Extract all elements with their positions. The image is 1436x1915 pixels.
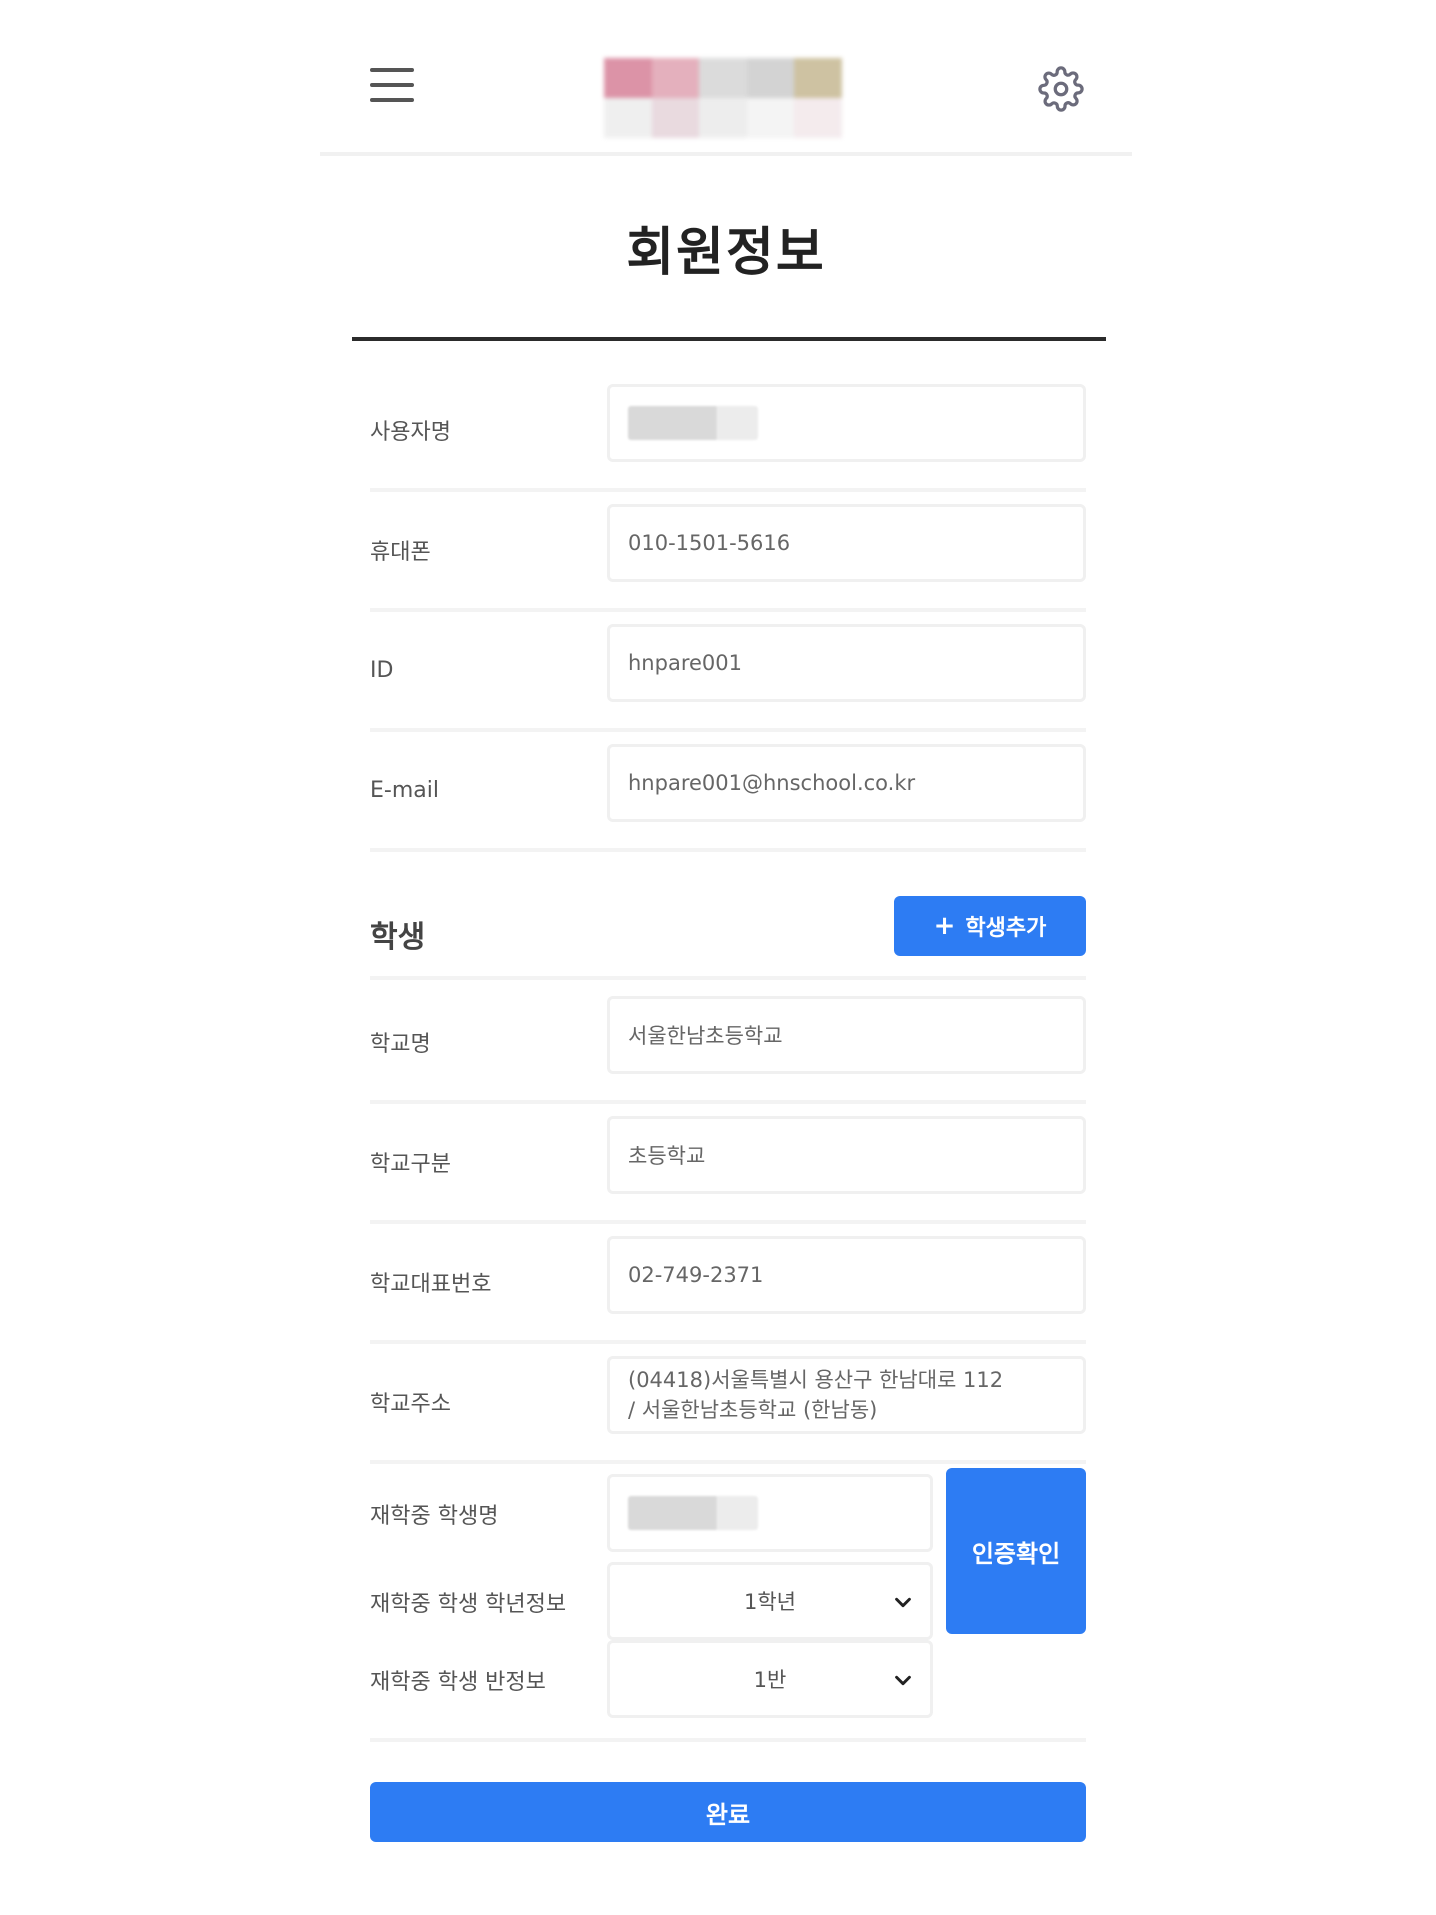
student-name-field[interactable] <box>607 1474 933 1552</box>
school-address-line1: (04418)서울특별시 용산구 한남대로 112 <box>628 1368 1004 1392</box>
grade-selected-value: 1학년 <box>743 1590 796 1614</box>
student-section-header: 학생 + 학생추가 <box>370 880 1086 980</box>
school-type-field[interactable]: 초등학교 <box>607 1116 1086 1194</box>
username-field[interactable] <box>607 384 1086 462</box>
phone-label: 휴대폰 <box>370 540 431 565</box>
school-name-label: 학교명 <box>370 1032 431 1057</box>
chevron-down-icon <box>895 1597 911 1608</box>
verify-button[interactable]: 인증확인 <box>946 1468 1086 1634</box>
username-row: 사용자명 <box>370 372 1086 492</box>
id-label: ID <box>370 657 394 683</box>
school-address-label: 학교주소 <box>370 1392 451 1417</box>
phone-row: 휴대폰 010-1501-5616 <box>370 492 1086 612</box>
school-name-field[interactable]: 서울한남초등학교 <box>607 996 1086 1074</box>
app-container: 회원정보 사용자명 휴대폰 010-1501-5616 ID hnpare001… <box>320 0 1132 1915</box>
student-name-label: 재학중 학생명 <box>370 1504 499 1529</box>
title-divider <box>352 337 1106 341</box>
school-address-line2: / 서울한남초등학교 (한남동) <box>628 1398 878 1422</box>
student-verification-block: 재학중 학생명 재학중 학생 학년정보 1학년 재학중 학생 반정보 1반 인증… <box>370 1468 1086 1742</box>
student-section-title: 학생 <box>370 920 426 955</box>
class-selected-value: 1반 <box>753 1668 787 1692</box>
username-label: 사용자명 <box>370 420 451 445</box>
add-student-label: 학생추가 <box>965 916 1047 941</box>
page-title: 회원정보 <box>626 223 826 283</box>
email-label: E-mail <box>370 777 439 803</box>
chevron-down-icon <box>895 1675 911 1686</box>
school-address-field[interactable]: (04418)서울특별시 용산구 한남대로 112 / 서울한남초등학교 (한남… <box>607 1356 1086 1434</box>
redacted-username <box>628 406 758 440</box>
plus-icon: + <box>933 911 956 941</box>
redacted-student-name <box>628 1496 758 1530</box>
pixelated-logo[interactable] <box>604 58 842 138</box>
email-field[interactable]: hnpare001@hnschool.co.kr <box>607 744 1086 822</box>
grade-label: 재학중 학생 학년정보 <box>370 1592 567 1617</box>
done-button[interactable]: 완료 <box>370 1782 1086 1842</box>
school-type-label: 학교구분 <box>370 1152 451 1177</box>
gear-icon[interactable] <box>1038 66 1084 112</box>
school-address-row: 학교주소 (04418)서울특별시 용산구 한남대로 112 / 서울한남초등학… <box>370 1344 1086 1464</box>
grade-select[interactable]: 1학년 <box>607 1562 933 1640</box>
school-phone-label: 학교대표번호 <box>370 1272 492 1297</box>
school-type-row: 학교구분 초등학교 <box>370 1104 1086 1224</box>
school-phone-row: 학교대표번호 02-749-2371 <box>370 1224 1086 1344</box>
email-row: E-mail hnpare001@hnschool.co.kr <box>370 732 1086 852</box>
id-row: ID hnpare001 <box>370 612 1086 732</box>
hamburger-menu-icon[interactable] <box>370 68 414 102</box>
class-select[interactable]: 1반 <box>607 1640 933 1718</box>
phone-field[interactable]: 010-1501-5616 <box>607 504 1086 582</box>
school-phone-field[interactable]: 02-749-2371 <box>607 1236 1086 1314</box>
school-name-row: 학교명 서울한남초등학교 <box>370 984 1086 1104</box>
class-label: 재학중 학생 반정보 <box>370 1670 546 1695</box>
top-bar <box>320 0 1132 156</box>
id-field[interactable]: hnpare001 <box>607 624 1086 702</box>
add-student-button[interactable]: + 학생추가 <box>894 896 1086 956</box>
